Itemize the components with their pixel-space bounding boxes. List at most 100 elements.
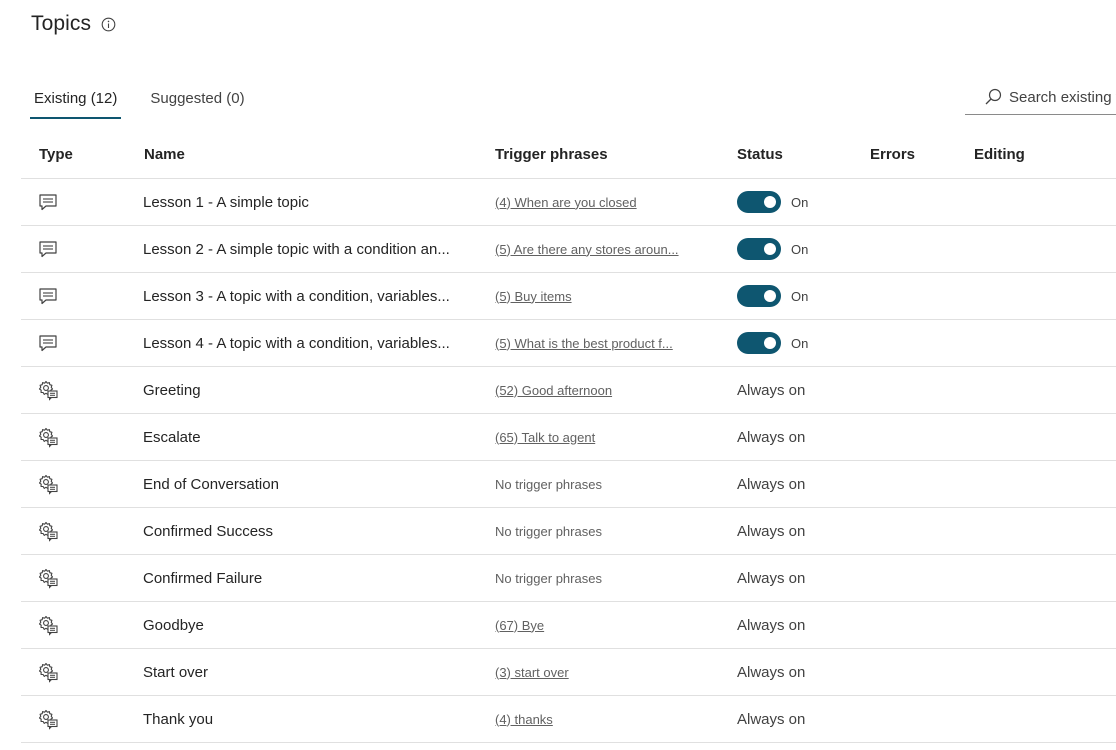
type-cell — [37, 555, 59, 601]
trigger-phrases-link[interactable]: (4) When are you closed — [495, 195, 637, 210]
status-cell: On — [737, 320, 808, 366]
table-row[interactable]: Confirmed Success No trigger phrases Alway… — [21, 508, 1116, 555]
topic-name[interactable]: Lesson 2 - A simple topic with a conditi… — [143, 226, 463, 272]
table-row[interactable]: Confirmed Failure No trigger phrases Alway… — [21, 555, 1116, 602]
table-row[interactable]: Lesson 3 - A topic with a condition, var… — [21, 273, 1116, 320]
search-icon — [983, 87, 1003, 107]
trigger-phrases-link[interactable]: (67) Bye — [495, 618, 544, 633]
trigger-phrases-link[interactable]: (52) Good afternoon — [495, 383, 612, 398]
topic-name[interactable]: Escalate — [143, 414, 463, 460]
topic-name[interactable]: Goodbye — [143, 602, 463, 648]
trigger-cell: (52) Good afternoon — [495, 367, 685, 413]
trigger-phrases-link[interactable]: (5) Are there any stores aroun... — [495, 242, 679, 257]
status-label: On — [791, 241, 809, 257]
system-topic-icon — [37, 426, 59, 448]
column-header-trigger-phrases[interactable]: Trigger phrases — [495, 146, 608, 163]
trigger-cell: (67) Bye — [495, 602, 685, 648]
trigger-cell: No trigger phrases — [495, 555, 685, 601]
trigger-phrases-text: No trigger phrases — [495, 476, 602, 492]
type-cell — [37, 226, 59, 272]
topic-name[interactable]: Lesson 4 - A topic with a condition, var… — [143, 320, 463, 366]
topic-name[interactable]: Confirmed Failure — [143, 555, 463, 601]
status-label: On — [791, 288, 809, 304]
toggle-knob — [764, 243, 776, 255]
toggle-knob — [764, 196, 776, 208]
status-cell: Always on — [737, 696, 805, 742]
topic-name[interactable]: Greeting — [143, 367, 463, 413]
toggle-knob — [764, 337, 776, 349]
topic-name[interactable]: End of Conversation — [143, 461, 463, 507]
column-header-type[interactable]: Type — [39, 146, 73, 163]
topic-name[interactable]: Thank you — [143, 696, 463, 742]
status-label: Always on — [737, 710, 806, 728]
table-row[interactable]: End of Conversation No trigger phrases Alw… — [21, 461, 1116, 508]
message-icon — [37, 332, 59, 354]
system-topic-icon — [37, 379, 59, 401]
type-cell — [37, 696, 59, 742]
trigger-phrases-text: No trigger phrases — [495, 523, 602, 539]
trigger-cell: (4) thanks — [495, 696, 685, 742]
status-cell: On — [737, 179, 808, 225]
trigger-phrases-link[interactable]: (3) start over — [495, 665, 569, 680]
type-cell — [37, 508, 59, 554]
column-header-name[interactable]: Name — [144, 146, 185, 163]
topic-name[interactable]: Lesson 1 - A simple topic — [143, 179, 463, 225]
topic-name[interactable]: Confirmed Success — [143, 508, 463, 554]
table-row[interactable]: Escalate (65) Talk to agent Always on — [21, 414, 1116, 461]
status-label: Always on — [737, 475, 806, 493]
status-toggle[interactable] — [737, 238, 781, 260]
table-row[interactable]: Lesson 1 - A simple topic (4) When are yo… — [21, 179, 1116, 226]
status-label: Always on — [737, 522, 806, 540]
message-icon — [37, 285, 59, 307]
column-header-errors[interactable]: Errors — [870, 146, 915, 163]
trigger-phrases-link[interactable]: (4) thanks — [495, 712, 553, 727]
type-cell — [37, 649, 59, 695]
status-cell: Always on — [737, 602, 805, 648]
message-icon — [37, 238, 59, 260]
column-header-editing[interactable]: Editing — [974, 146, 1025, 163]
column-header-status[interactable]: Status — [737, 146, 783, 163]
topic-name[interactable]: Lesson 3 - A topic with a condition, var… — [143, 273, 463, 319]
trigger-cell: No trigger phrases — [495, 461, 685, 507]
type-cell — [37, 320, 59, 366]
table-row[interactable]: Thank you (4) thanks Always on — [21, 696, 1116, 743]
status-label: Always on — [737, 616, 806, 634]
type-cell — [37, 461, 59, 507]
status-cell: Always on — [737, 508, 805, 554]
trigger-cell: (65) Talk to agent — [495, 414, 685, 460]
status-label: On — [791, 194, 809, 210]
status-label: Always on — [737, 663, 806, 681]
status-toggle[interactable] — [737, 191, 781, 213]
table-row[interactable]: Greeting (52) Good afternoon Always on — [21, 367, 1116, 414]
type-cell — [37, 367, 59, 413]
trigger-cell: (5) What is the best product f... — [495, 320, 685, 366]
system-topic-icon — [37, 661, 59, 683]
search-input[interactable] — [1009, 88, 1116, 106]
topic-name[interactable]: Start over — [143, 649, 463, 695]
topics-table: Type Name Trigger phrases Status Errors … — [21, 132, 1116, 743]
status-cell: Always on — [737, 367, 805, 413]
table-row[interactable]: Goodbye (67) Bye Always on — [21, 602, 1116, 649]
search-box[interactable] — [965, 80, 1116, 115]
status-toggle[interactable] — [737, 285, 781, 307]
trigger-phrases-text: No trigger phrases — [495, 570, 602, 586]
trigger-phrases-link[interactable]: (5) What is the best product f... — [495, 336, 673, 351]
info-icon[interactable] — [101, 17, 116, 32]
trigger-cell: No trigger phrases — [495, 508, 685, 554]
table-row[interactable]: Lesson 4 - A topic with a condition, var… — [21, 320, 1116, 367]
status-cell: Always on — [737, 649, 805, 695]
tab-existing[interactable]: Existing (12) — [30, 82, 122, 119]
trigger-cell: (3) start over — [495, 649, 685, 695]
message-icon — [37, 191, 59, 213]
status-toggle[interactable] — [737, 332, 781, 354]
tab-suggested[interactable]: Suggested (0) — [146, 82, 248, 119]
trigger-phrases-link[interactable]: (5) Buy items — [495, 289, 572, 304]
trigger-cell: (4) When are you closed — [495, 179, 685, 225]
table-row[interactable]: Start over (3) start over Always on — [21, 649, 1116, 696]
system-topic-icon — [37, 567, 59, 589]
trigger-phrases-link[interactable]: (65) Talk to agent — [495, 430, 595, 445]
page-header: Topics — [31, 12, 116, 36]
status-cell: On — [737, 273, 808, 319]
table-row[interactable]: Lesson 2 - A simple topic with a conditi… — [21, 226, 1116, 273]
system-topic-icon — [37, 473, 59, 495]
